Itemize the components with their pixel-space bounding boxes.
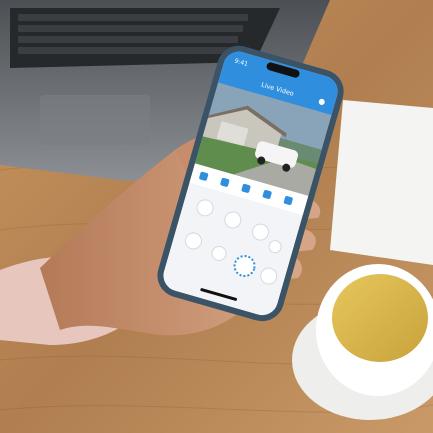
photo-scene: 9:41 Live Video (0, 0, 433, 433)
scene-svg: 9:41 Live Video (0, 0, 433, 433)
paper-note (330, 100, 433, 265)
tea-surface (332, 274, 428, 362)
laptop-trackpad (40, 95, 150, 145)
